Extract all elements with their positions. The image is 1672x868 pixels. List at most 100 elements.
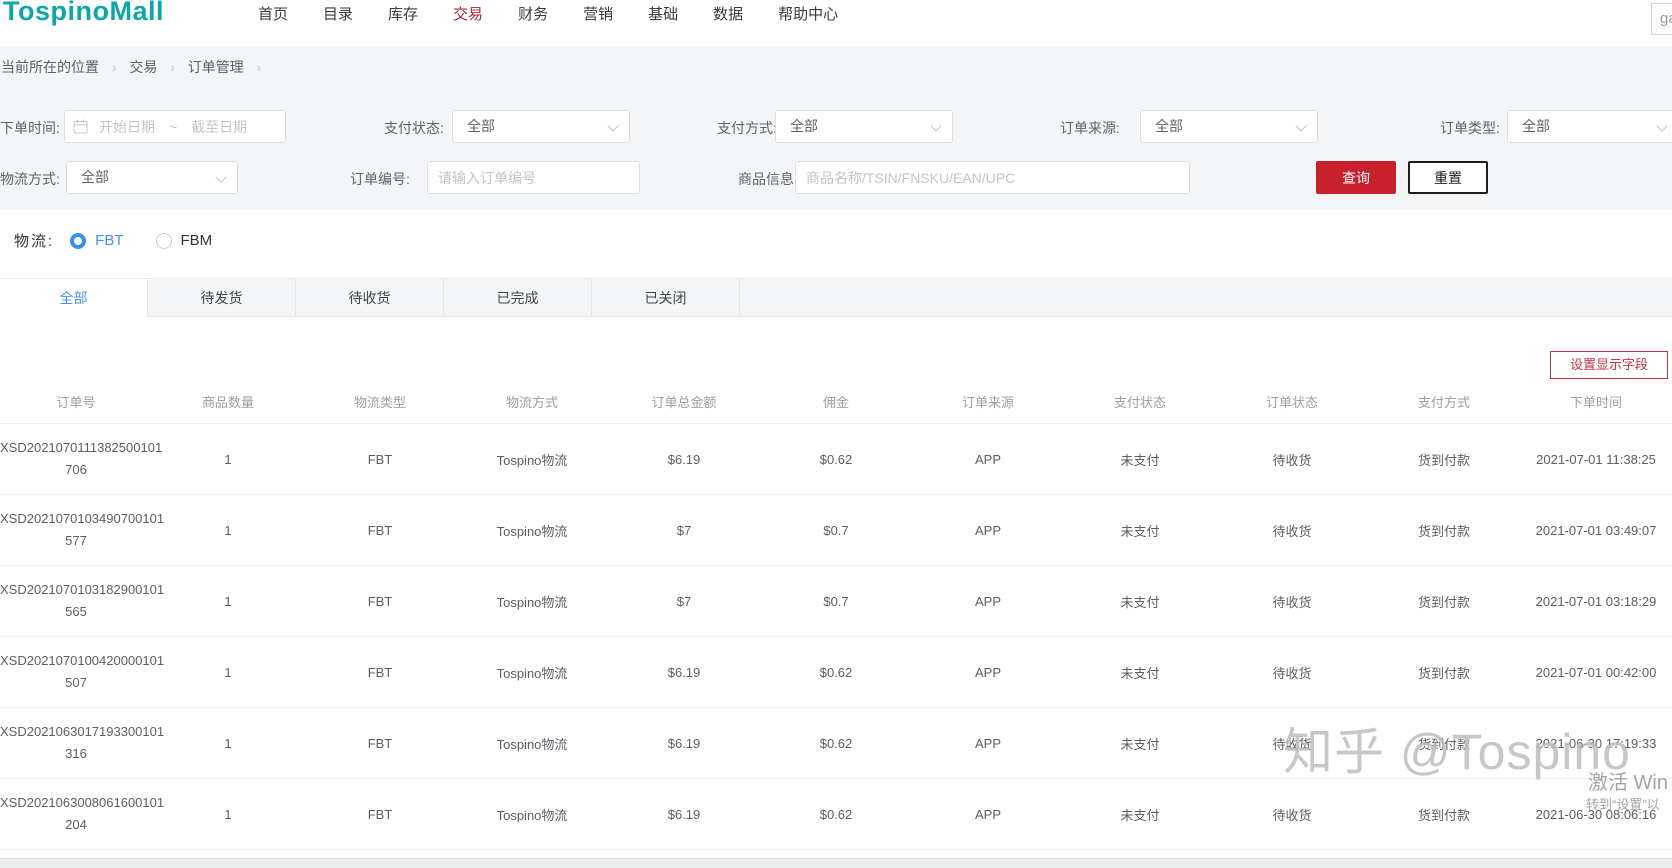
order-status-cell: 待收货 [1216, 423, 1368, 495]
corner-input[interactable]: ga [1651, 3, 1672, 35]
commission-cell: $0.62 [760, 778, 912, 850]
total-cell: $7 [608, 565, 760, 637]
windows-activation-line2: 转到“设置”以 [1586, 797, 1660, 812]
table-row: XSD2021070103182900101 565 1 FBT Tospino物… [0, 565, 1672, 637]
display-fields-button[interactable]: 设置显示字段 [1550, 351, 1668, 379]
range-separator: ~ [169, 118, 178, 135]
pay-status-cell: 未支付 [1064, 494, 1216, 566]
pay-method-cell: 货到付款 [1368, 423, 1520, 495]
pay-status-cell: 未支付 [1064, 707, 1216, 779]
col-order-no: 订单号 [56, 395, 96, 410]
commission-cell: $0.62 [760, 636, 912, 708]
commission-cell: $0.62 [760, 707, 912, 779]
logistics-type-cell: FBT [304, 778, 456, 850]
logistics-method-cell: Tospino物流 [456, 778, 608, 850]
nav-item-help-center[interactable]: 帮助中心 [778, 3, 838, 24]
qty-cell: 1 [152, 778, 304, 850]
order-time-cell: 2021-07-01 03:49:07 [1520, 494, 1672, 566]
table-row: XSD2021070100420000101 507 1 FBT Tospino物… [0, 636, 1672, 708]
qty-cell: 1 [152, 494, 304, 566]
qty-cell: 1 [152, 636, 304, 708]
logistics-label: 物流: [14, 233, 55, 250]
qty-cell: 1 [152, 565, 304, 637]
product-info-label: 商品信息: [738, 171, 798, 187]
nav-item-inventory[interactable]: 库存 [388, 3, 418, 24]
windows-activation-line1: 激活 Win [1588, 772, 1668, 794]
brand-logo[interactable]: TospinoMall [3, 0, 164, 27]
order-time-cell: 2021-07-01 03:18:29 [1520, 565, 1672, 637]
chevron-down-icon [1295, 120, 1307, 132]
qty-cell: 1 [152, 707, 304, 779]
pay-method-select[interactable]: 全部 [775, 110, 953, 143]
pay-status-cell: 未支付 [1064, 423, 1216, 495]
logistics-type-cell: FBT [304, 707, 456, 779]
order-no-cell: XSD2021070100420000101 507 [0, 636, 164, 708]
nav-item-catalog[interactable]: 目录 [323, 3, 353, 24]
top-nav-bar: TospinoMall 首页 目录 库存 交易 财务 营销 基础 数据 帮助中心… [0, 0, 1672, 46]
pay-status-label: 支付状态: [384, 120, 444, 136]
nav-item-trade[interactable]: 交易 [453, 3, 483, 24]
order-time-range-picker[interactable]: 开始日期 ~ 截至日期 [64, 110, 286, 143]
order-no-cell: XSD2021070111382500101 706 [0, 423, 162, 495]
order-status-cell: 待收货 [1216, 636, 1368, 708]
tab-to-receive[interactable]: 待收货 [296, 279, 444, 317]
source-cell: APP [912, 778, 1064, 850]
nav-item-basics[interactable]: 基础 [648, 3, 678, 24]
breadcrumb-trade[interactable]: 交易 [129, 57, 157, 77]
reset-button[interactable]: 重置 [1408, 161, 1488, 194]
pay-status-select[interactable]: 全部 [452, 110, 630, 143]
logistics-method-select[interactable]: 全部 [66, 161, 238, 194]
table-row: XSD2021070103490700101 577 1 FBT Tospino物… [0, 494, 1672, 566]
commission-cell: $0.7 [760, 494, 912, 566]
order-status-cell: 待收货 [1216, 565, 1368, 637]
source-cell: APP [912, 423, 1064, 495]
order-source-select[interactable]: 全部 [1140, 110, 1318, 143]
tab-all[interactable]: 全部 [0, 279, 148, 317]
radio-fbm-icon[interactable] [155, 232, 172, 249]
commission-cell: $0.7 [760, 565, 912, 637]
pay-status-cell: 未支付 [1064, 778, 1216, 850]
logistics-radio-group: 物流: FBT FBM [14, 230, 212, 251]
search-button[interactable]: 查询 [1316, 161, 1396, 194]
main-menu: 首页 目录 库存 交易 财务 营销 基础 数据 帮助中心 [258, 3, 838, 24]
tab-closed[interactable]: 已关闭 [592, 279, 740, 317]
radio-fbm-label[interactable]: FBM [181, 232, 213, 249]
order-no-input[interactable] [427, 161, 640, 194]
chevron-right-icon: › [256, 59, 262, 75]
tab-to-ship[interactable]: 待发货 [148, 279, 296, 317]
breadcrumb-order-management[interactable]: 订单管理 [188, 57, 244, 77]
order-type-select[interactable]: 全部 [1507, 110, 1672, 143]
radio-fbt-label[interactable]: FBT [95, 232, 123, 249]
table-row: XSD2021063008061600101 204 1 FBT Tospino物… [0, 778, 1672, 850]
logistics-type-cell: FBT [304, 565, 456, 637]
total-cell: $6.19 [608, 423, 760, 495]
logistics-method-cell: Tospino物流 [456, 565, 608, 637]
order-no-cell: XSD2021063008061600101 204 [0, 778, 164, 850]
order-time-label: 下单时间: [0, 120, 60, 136]
order-source-label: 订单来源: [1060, 120, 1120, 136]
nav-item-home[interactable]: 首页 [258, 3, 288, 24]
nav-item-data[interactable]: 数据 [713, 3, 743, 24]
filter-panel: 您当前所在的位置 › 交易 › 订单管理 › 下单时间: 开始日期 ~ 截至日期… [0, 46, 1672, 210]
start-date-placeholder: 开始日期 [99, 118, 155, 135]
col-commission: 佣金 [822, 395, 849, 410]
radio-fbt-selected-icon[interactable] [70, 232, 87, 249]
tab-completed[interactable]: 已完成 [444, 279, 592, 317]
product-info-input[interactable] [795, 161, 1190, 194]
table-header-row: 订单号 商品数量 物流类型 物流方式 订单总金额 佣金 订单来源 支付状态 订单… [0, 380, 1672, 424]
logistics-method-cell: Tospino物流 [456, 494, 608, 566]
chevron-down-icon [607, 120, 619, 132]
pay-status-value: 全部 [467, 118, 495, 134]
pay-method-cell: 货到付款 [1368, 494, 1520, 566]
order-time-cell: 2021-07-01 11:38:25 [1520, 423, 1672, 495]
order-status-cell: 待收货 [1216, 494, 1368, 566]
breadcrumb-prefix: 您当前所在的位置 [0, 59, 99, 75]
logistics-type-cell: FBT [304, 636, 456, 708]
source-cell: APP [912, 494, 1064, 566]
logistics-method-label: 物流方式: [0, 171, 60, 187]
nav-item-finance[interactable]: 财务 [518, 3, 548, 24]
table-row: XSD2021070111382500101 706 1 FBT Tospino物… [0, 423, 1672, 495]
order-type-label: 订单类型: [1440, 120, 1500, 136]
nav-item-marketing[interactable]: 营销 [583, 3, 613, 24]
logistics-method-cell: Tospino物流 [456, 423, 608, 495]
